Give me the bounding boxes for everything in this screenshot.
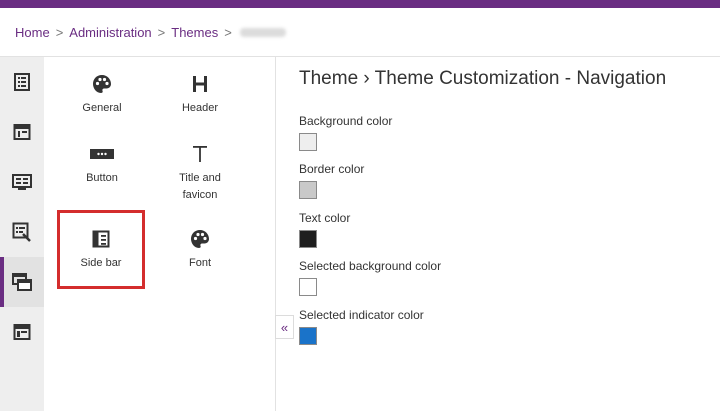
rail-item-grid[interactable]: [0, 157, 44, 207]
sidebar-icon: [92, 226, 110, 252]
field-selected-indicator-color: Selected indicator color: [299, 308, 424, 345]
breadcrumb: Home > Administration > Themes >: [0, 8, 720, 57]
selected-indicator-color-swatch[interactable]: [299, 327, 317, 345]
tile-font-label: Font: [188, 257, 211, 269]
tile-general[interactable]: General: [56, 59, 148, 131]
customization-panel: General Header Button Title and favicon: [44, 57, 276, 411]
field-selected-background-color: Selected background color: [299, 259, 441, 296]
edit-list-icon: [12, 222, 31, 242]
tile-side-bar[interactable]: Side bar: [57, 210, 145, 289]
list-icon: [14, 73, 30, 91]
field-border-color: Border color: [299, 162, 364, 199]
field-label: Text color: [299, 211, 351, 225]
field-label: Selected background color: [299, 259, 442, 273]
field-label: Background color: [299, 114, 393, 128]
breadcrumb-themes[interactable]: Themes: [171, 25, 218, 40]
grid-icon: [12, 174, 32, 190]
border-color-swatch[interactable]: [299, 181, 317, 199]
field-background-color: Background color: [299, 114, 392, 151]
windows-icon: [12, 273, 32, 291]
tile-header-label: Header: [181, 102, 219, 114]
layout-icon: [13, 124, 31, 140]
background-color-swatch[interactable]: [299, 133, 317, 151]
field-text-color: Text color: [299, 211, 350, 248]
text-color-swatch[interactable]: [299, 230, 317, 248]
tile-header[interactable]: Header: [154, 59, 246, 131]
selected-background-color-swatch[interactable]: [299, 278, 317, 296]
page-title: Theme › Theme Customization - Navigation: [299, 68, 667, 89]
tile-button[interactable]: Button: [56, 129, 148, 201]
palette-icon: [92, 71, 112, 97]
browser-icon: [13, 324, 31, 340]
header-h-icon: [191, 71, 209, 97]
main-content: Theme › Theme Customization - Navigation…: [299, 57, 720, 411]
tile-button-label: Button: [86, 172, 118, 184]
breadcrumb-separator: >: [224, 24, 232, 40]
tile-general-label: General: [82, 102, 122, 114]
breadcrumb-current-blurred: [239, 27, 286, 37]
field-label: Border color: [299, 162, 365, 176]
rail-item-browser[interactable]: [0, 307, 44, 357]
field-label: Selected indicator color: [299, 308, 424, 322]
left-nav-rail: [0, 57, 44, 411]
rail-item-windows[interactable]: [0, 257, 44, 307]
collapse-panel-button[interactable]: «: [275, 315, 294, 339]
breadcrumb-separator: >: [55, 24, 64, 40]
tile-font[interactable]: Font: [154, 214, 246, 286]
top-accent-bar: [0, 0, 720, 8]
rail-item-edit-list[interactable]: [0, 207, 44, 257]
tile-title-and-favicon[interactable]: Title and favicon: [154, 129, 246, 209]
button-icon: [90, 141, 114, 167]
rail-item-list[interactable]: [0, 57, 44, 107]
breadcrumb-home[interactable]: Home: [15, 25, 50, 40]
breadcrumb-separator: >: [157, 24, 166, 40]
double-chevron-left-icon: «: [280, 319, 289, 335]
rail-item-layout[interactable]: [0, 107, 44, 157]
tile-side-bar-label: Side bar: [80, 257, 122, 269]
tile-title-and-favicon-label: Title and favicon: [179, 172, 221, 201]
palette-icon: [190, 226, 210, 252]
text-t-icon: [192, 141, 208, 167]
breadcrumb-administration[interactable]: Administration: [69, 25, 151, 40]
